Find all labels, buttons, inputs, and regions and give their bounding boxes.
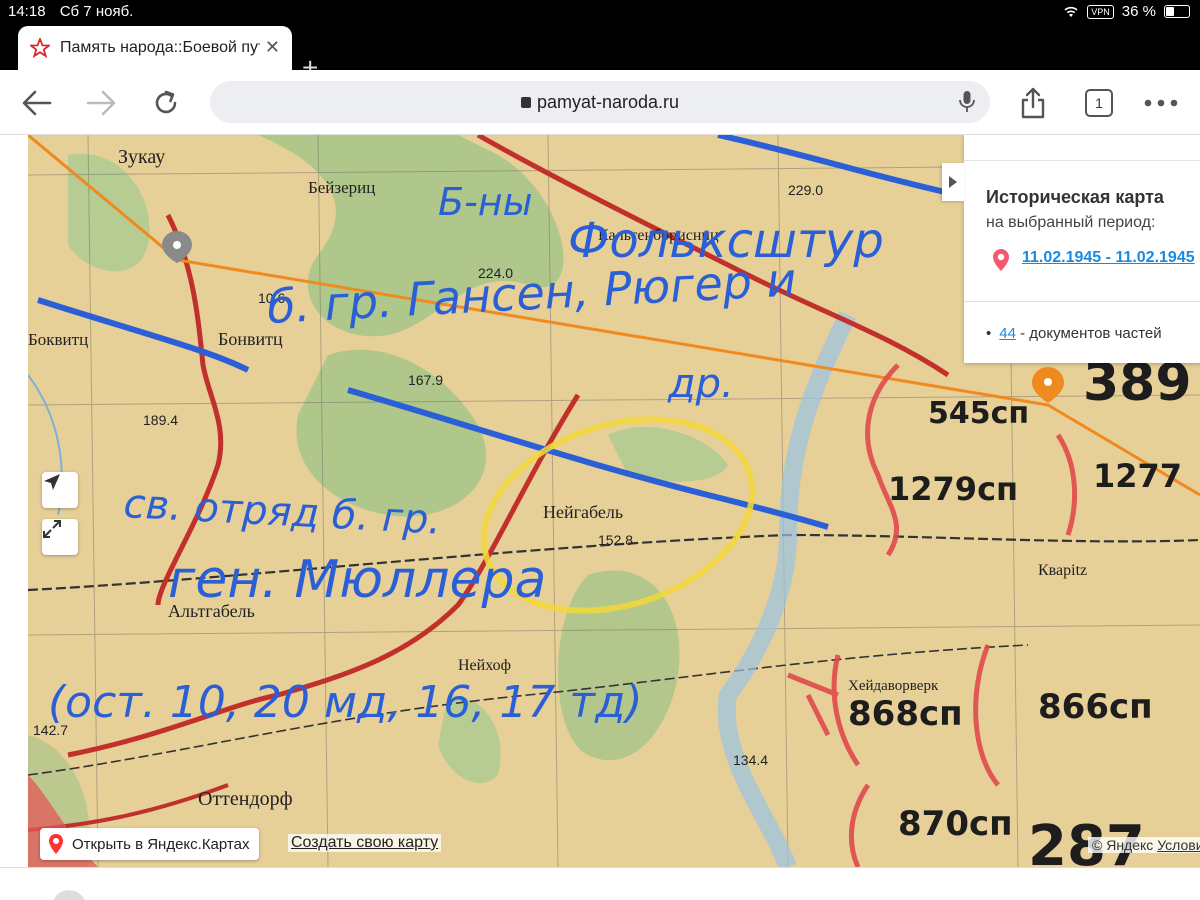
status-time: 14:18 [8,3,46,20]
battery-icon [1164,5,1190,18]
documents-label: - документов частей [1020,325,1162,342]
page-footer-strip [0,867,1200,900]
tab-title: Память народа::Боевой путь [60,39,260,56]
tab-bar: Память народа::Боевой путь ✕ + [0,24,1200,82]
town-label-8: Нейхоф [458,657,511,674]
panel-subheading: на выбранный период: [986,214,1156,231]
height-label-4: 189.4 [143,412,178,428]
battery-percent: 36 % [1121,3,1156,20]
chevron-right-icon [949,176,957,188]
microphone-icon[interactable] [958,90,976,114]
forward-button[interactable] [84,86,118,120]
period-link[interactable]: 11.02.1945 - 11.02.1945 [1022,249,1195,267]
tab-pamyat-naroda[interactable]: Память народа::Боевой путь ✕ [18,26,292,70]
town-label-1: Зукау [118,146,165,168]
town-label-10: Кварitz [1038,562,1087,579]
unit-870: 870сп [898,804,1013,844]
unit-545: 545сп [928,396,1029,431]
locate-button[interactable] [42,472,78,508]
avatar-placeholder [52,890,86,900]
page-content: Зукау Бейзериц Боквитц Бонвитц Кальтенбо… [0,135,1200,900]
reload-icon [155,90,177,114]
height-label-5: 152.8 [598,532,633,548]
town-label-6: Нейгабель [543,502,623,522]
unit-1277: 1277 [1093,457,1182,495]
note-battalions: Б-ны [438,180,533,224]
close-tab-icon[interactable]: ✕ [265,37,280,58]
lock-icon [520,97,531,108]
map-info-panel: Историческая карта на выбранный период: … [942,135,1200,363]
town-label-9: Оттендорф [198,788,293,810]
note-others: др. [667,361,734,407]
address-bar[interactable]: pamyat-naroda.ru [210,81,990,123]
height-label-6: 134.4 [733,752,768,768]
panel-heading: Историческая карта [986,187,1164,207]
vpn-badge: VPN [1087,4,1114,19]
browser-toolbar: pamyat-naroda.ru 1 [0,70,1200,135]
red-star-icon [30,38,50,58]
url-text: pamyat-naroda.ru [536,92,680,112]
arrow-left-icon [22,90,52,116]
navigation-arrow-icon [44,474,60,490]
share-icon [1021,87,1045,119]
copyright-text: © Яндекс [1092,837,1154,853]
height-label-3: 167.9 [408,372,443,388]
back-button[interactable] [20,86,54,120]
reload-button[interactable] [149,86,183,120]
expand-icon [43,520,61,538]
tab-count-button[interactable]: 1 [1085,89,1113,117]
arrow-right-icon [86,90,116,116]
collapse-panel-button[interactable] [942,163,964,201]
open-yandex-maps-button[interactable]: Открыть в Яндекс.Картах [40,828,260,860]
create-map-link[interactable]: Создать свою карту [288,834,442,852]
share-button[interactable] [1016,86,1050,120]
location-pin-icon [49,834,63,854]
note-remnants: (ост. 10, 20 мд, 16, 17 тд) [48,677,643,728]
unit-868: 868сп [848,694,963,734]
status-date: Сб 7 нояб. [59,3,134,20]
documents-count: • 44 - документов частей [986,325,1162,342]
unit-866: 866сп [1038,687,1153,727]
open-yandex-label: Открыть в Яндекс.Картах [72,835,250,853]
unit-1279: 1279сп [888,470,1018,508]
note-gen-muller: ген. Мюллера [168,550,546,610]
terms-link[interactable]: Условия [1157,837,1200,853]
town-label-11: Хейдаворверк [848,678,939,694]
status-bar: 14:18 Сб 7 нояб. VPN 36 % [0,0,1200,24]
height-label-2: 229.0 [788,182,823,198]
location-marker-icon [993,249,1009,271]
town-label-2: Бейзериц [308,178,375,197]
documents-count-link[interactable]: 44 [999,325,1016,342]
ellipsis-icon [1144,99,1178,107]
wifi-icon [1064,6,1078,17]
town-label-3: Боквитц [28,330,88,349]
map-copyright: © Яндекс Условия [1088,837,1200,853]
more-menu-button[interactable] [1144,86,1178,120]
fullscreen-button[interactable] [42,519,78,555]
